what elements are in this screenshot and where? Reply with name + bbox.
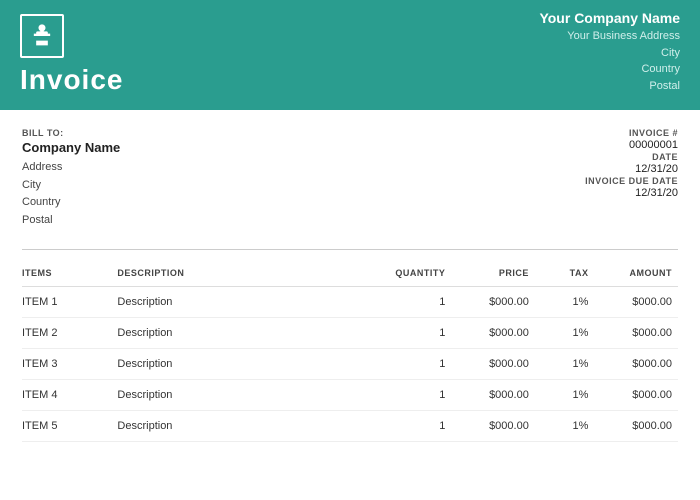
- col-header-tax: TAX: [535, 260, 595, 287]
- item-price: $000.00: [451, 318, 534, 349]
- item-tax: 1%: [535, 287, 595, 318]
- due-date-label: INVOICE DUE DATE: [585, 176, 678, 186]
- bill-company-name: Company Name: [22, 140, 345, 155]
- table-row: ITEM 4 Description 1 $000.00 1% $000.00: [22, 380, 678, 411]
- company-logo-icon: [20, 14, 64, 58]
- item-description: Description: [117, 349, 356, 380]
- item-price: $000.00: [451, 411, 534, 442]
- item-quantity: 1: [356, 287, 451, 318]
- item-price: $000.00: [451, 349, 534, 380]
- date-label-row: DATE: [652, 152, 678, 162]
- table-row: ITEM 3 Description 1 $000.00 1% $000.00: [22, 349, 678, 380]
- bill-to-section: BILL TO: Company Name Address City Count…: [22, 128, 345, 229]
- invoice-num-row: INVOICE #: [629, 128, 678, 138]
- item-name: ITEM 2: [22, 318, 117, 349]
- table-row: ITEM 5 Description 1 $000.00 1% $000.00: [22, 411, 678, 442]
- divider: [22, 249, 678, 250]
- date-value: 12/31/20: [618, 163, 678, 175]
- item-description: Description: [117, 380, 356, 411]
- table-header-row: ITEMS DESCRIPTION QUANTITY PRICE TAX AMO…: [22, 260, 678, 287]
- item-price: $000.00: [451, 380, 534, 411]
- bill-section: BILL TO: Company Name Address City Count…: [0, 110, 700, 239]
- item-name: ITEM 5: [22, 411, 117, 442]
- item-quantity: 1: [356, 411, 451, 442]
- item-tax: 1%: [535, 411, 595, 442]
- invoice-num-label: INVOICE #: [629, 128, 678, 138]
- table-header: ITEMS DESCRIPTION QUANTITY PRICE TAX AMO…: [22, 260, 678, 287]
- item-amount: $000.00: [594, 318, 678, 349]
- items-table-wrapper: ITEMS DESCRIPTION QUANTITY PRICE TAX AMO…: [0, 260, 700, 442]
- invoice-header: Invoice Your Company Name Your Business …: [0, 0, 700, 110]
- item-name: ITEM 3: [22, 349, 117, 380]
- invoice-title: Invoice: [20, 64, 340, 96]
- date-value-row: 12/31/20: [618, 163, 678, 175]
- item-description: Description: [117, 318, 356, 349]
- item-name: ITEM 4: [22, 380, 117, 411]
- company-country: Country: [641, 61, 680, 78]
- table-body: ITEM 1 Description 1 $000.00 1% $000.00 …: [22, 287, 678, 442]
- invoice-meta-section: INVOICE # 00000001 DATE 12/31/20 INVOICE…: [355, 128, 678, 229]
- items-table: ITEMS DESCRIPTION QUANTITY PRICE TAX AMO…: [22, 260, 678, 442]
- item-price: $000.00: [451, 287, 534, 318]
- company-city: City: [661, 45, 680, 62]
- bill-postal: Postal: [22, 212, 345, 230]
- item-tax: 1%: [535, 349, 595, 380]
- item-quantity: 1: [356, 349, 451, 380]
- col-header-quantity: QUANTITY: [356, 260, 451, 287]
- invoice-page: Invoice Your Company Name Your Business …: [0, 0, 700, 500]
- item-amount: $000.00: [594, 287, 678, 318]
- col-header-price: PRICE: [451, 260, 534, 287]
- item-description: Description: [117, 411, 356, 442]
- company-postal: Postal: [649, 78, 680, 95]
- due-date-value: 12/31/20: [618, 187, 678, 199]
- invoice-num-value: 00000001: [618, 139, 678, 151]
- bill-city: City: [22, 177, 345, 195]
- header-left: Invoice: [0, 0, 360, 110]
- due-date-label-row: INVOICE DUE DATE: [585, 176, 678, 186]
- col-header-description: DESCRIPTION: [117, 260, 356, 287]
- item-description: Description: [117, 287, 356, 318]
- item-name: ITEM 1: [22, 287, 117, 318]
- item-quantity: 1: [356, 380, 451, 411]
- company-address: Your Business Address: [567, 28, 680, 45]
- due-date-value-row: 12/31/20: [618, 187, 678, 199]
- item-amount: $000.00: [594, 349, 678, 380]
- item-amount: $000.00: [594, 380, 678, 411]
- col-header-items: ITEMS: [22, 260, 117, 287]
- bill-country: Country: [22, 194, 345, 212]
- col-header-amount: AMOUNT: [594, 260, 678, 287]
- item-amount: $000.00: [594, 411, 678, 442]
- company-name: Your Company Name: [539, 10, 680, 26]
- invoice-meta: INVOICE # 00000001 DATE 12/31/20 INVOICE…: [355, 128, 678, 200]
- worker-icon: [28, 22, 56, 50]
- bill-address: Address: [22, 159, 345, 177]
- header-right: Your Company Name Your Business Address …: [360, 0, 700, 110]
- table-row: ITEM 1 Description 1 $000.00 1% $000.00: [22, 287, 678, 318]
- table-row: ITEM 2 Description 1 $000.00 1% $000.00: [22, 318, 678, 349]
- item-tax: 1%: [535, 318, 595, 349]
- bill-to-label: BILL TO:: [22, 128, 345, 138]
- item-tax: 1%: [535, 380, 595, 411]
- item-quantity: 1: [356, 318, 451, 349]
- invoice-num-value-row: 00000001: [618, 139, 678, 151]
- date-label: DATE: [652, 152, 678, 162]
